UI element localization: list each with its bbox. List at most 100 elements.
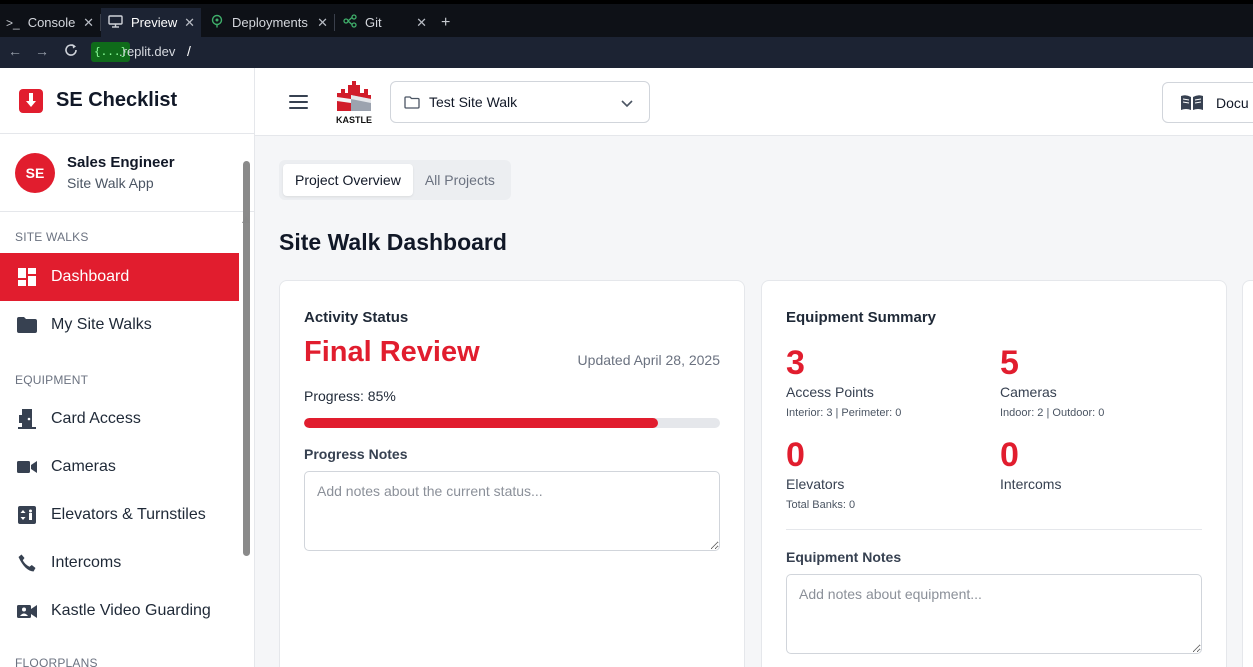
avatar: SE [15,152,55,193]
status-value: Final Review [304,336,480,368]
equipment-stat-cameras: 5 Cameras Indoor: 2 | Outdoor: 0 [1000,344,1104,419]
user-profile: SE Sales Engineer Site Walk App [0,134,254,212]
page-title: Site Walk Dashboard [279,229,507,255]
sidebar-item-my-site-walks[interactable]: My Site Walks [0,301,239,349]
chevron-down-icon [621,95,633,111]
book-icon [1180,94,1204,112]
stat-count: 3 [786,344,805,382]
add-tab-icon[interactable]: + [441,14,450,32]
terminal-icon: >_ [6,15,20,30]
forward-arrow-icon[interactable]: → [35,43,49,59]
partial-card [1242,280,1253,667]
tab-label: Preview [131,15,178,30]
tab-all-projects[interactable]: All Projects [413,164,507,196]
site-walk-select[interactable]: Test Site Walk [390,81,650,123]
back-arrow-icon[interactable]: ← [8,43,22,59]
stat-count: 5 [1000,344,1019,382]
sidebar-item-cameras[interactable]: Cameras [0,443,239,491]
top-header: KASTLE Test Site Walk Docu [255,68,1253,136]
site-walk-select-value: Test Site Walk [429,94,518,110]
sidebar-item-kastle-video-guarding[interactable]: Kastle Video Guarding [0,587,239,635]
progress-bar [304,418,720,428]
card-title: Activity Status [304,309,409,326]
tab-project-overview[interactable]: Project Overview [283,164,413,196]
video-guard-icon [17,601,37,621]
stat-count: 0 [786,436,805,474]
stat-detail: Interior: 3 | Perimeter: 0 [786,407,902,419]
deploy-icon [210,14,224,31]
folder-icon [17,315,37,335]
equipment-stat-access-points: 3 Access Points Interior: 3 | Perimeter:… [786,344,901,419]
sidebar-item-label: Dashboard [51,268,130,285]
monitor-icon [108,14,123,31]
sidebar-item-label: My Site Walks [51,316,152,333]
stat-label: Access Points [786,384,874,400]
sidebar-item-dashboard[interactable]: Dashboard [0,253,239,301]
tab-console[interactable]: >_ Console ✕ [0,8,100,37]
sidebar-item-label: Card Access [51,410,141,427]
equipment-stat-intercoms: 0 Intercoms [1000,436,1061,492]
git-icon [343,14,357,31]
updated-date: Updated April 28, 2025 [577,352,720,368]
stat-label: Cameras [1000,384,1057,400]
sidebar-item-intercoms[interactable]: Intercoms [0,539,239,587]
castle-icon [337,81,371,111]
divider [786,529,1202,530]
url-domain: .replit.dev [119,44,176,59]
phone-icon [17,553,37,573]
tab-preview[interactable]: Preview ✕ [101,8,201,37]
progress-bar-fill [304,418,658,428]
reload-icon[interactable] [63,42,79,61]
scroll-up-arrow-icon[interactable] [242,216,250,223]
progress-label: Progress: 85% [304,388,396,404]
sidebar-item-elevators[interactable]: Elevators & Turnstiles [0,491,239,539]
close-icon[interactable]: ✕ [416,15,427,31]
tab-label: Deployments [232,15,308,30]
tab-deployments[interactable]: Deployments ✕ [202,8,334,37]
kastle-logo: KASTLE [333,81,375,125]
door-icon [17,409,37,429]
url-path-input[interactable]: / [187,43,191,59]
dashboard-icon [17,267,37,287]
sidebar: SE Checklist SE Sales Engineer Site Walk… [0,68,255,667]
ide-tab-bar: >_ Console ✕ Preview ✕ Deployments ✕ Git… [0,0,1253,37]
equipment-notes-textarea[interactable] [786,574,1202,654]
nav-section-equipment: EQUIPMENT [15,373,89,387]
close-icon[interactable]: ✕ [317,15,328,31]
user-name: Sales Engineer [67,154,175,171]
sidebar-item-label: Intercoms [51,554,122,571]
activity-status-card: Activity Status Final Review Updated Apr… [279,280,745,667]
sidebar-item-card-access[interactable]: Card Access [0,395,239,443]
elevator-icon [17,505,37,525]
camera-icon [17,457,37,477]
sidebar-item-label: Kastle Video Guarding [51,602,211,619]
stat-detail: Total Banks: 0 [786,499,856,511]
progress-notes-label: Progress Notes [304,446,408,462]
equipment-notes-label: Equipment Notes [786,549,902,565]
sidebar-item-label: Cameras [51,458,116,475]
documents-button[interactable]: Docu [1162,82,1253,123]
documents-button-label: Docu [1216,94,1249,111]
sidebar-item-label: Elevators & Turnstiles [51,506,206,523]
progress-notes-textarea[interactable] [304,471,720,551]
project-tabs: Project Overview All Projects [279,160,511,200]
card-title: Equipment Summary [786,309,937,326]
nav-section-floorplans: FLOORPLANS [15,656,98,667]
stat-label: Intercoms [1000,476,1062,492]
tab-label: Console [27,15,76,30]
close-icon[interactable]: ✕ [184,15,195,31]
tab-label: Git [365,15,382,30]
tab-git[interactable]: Git ✕ [335,8,433,37]
download-checklist-icon [19,88,43,113]
stat-detail: Indoor: 2 | Outdoor: 0 [1000,407,1105,419]
user-role: Site Walk App [67,175,154,191]
close-icon[interactable]: ✕ [83,15,94,31]
preview-url-bar: ← → {...} .replit.dev / [0,37,1253,68]
equipment-stat-elevators: 0 Elevators Total Banks: 0 [786,436,855,511]
stat-label: Elevators [786,476,845,492]
stat-count: 0 [1000,436,1019,474]
folder-outline-icon [404,95,420,109]
menu-icon[interactable] [289,95,308,109]
brand[interactable]: SE Checklist [0,68,254,134]
equipment-summary-card: Equipment Summary 3 Access Points Interi… [761,280,1227,667]
